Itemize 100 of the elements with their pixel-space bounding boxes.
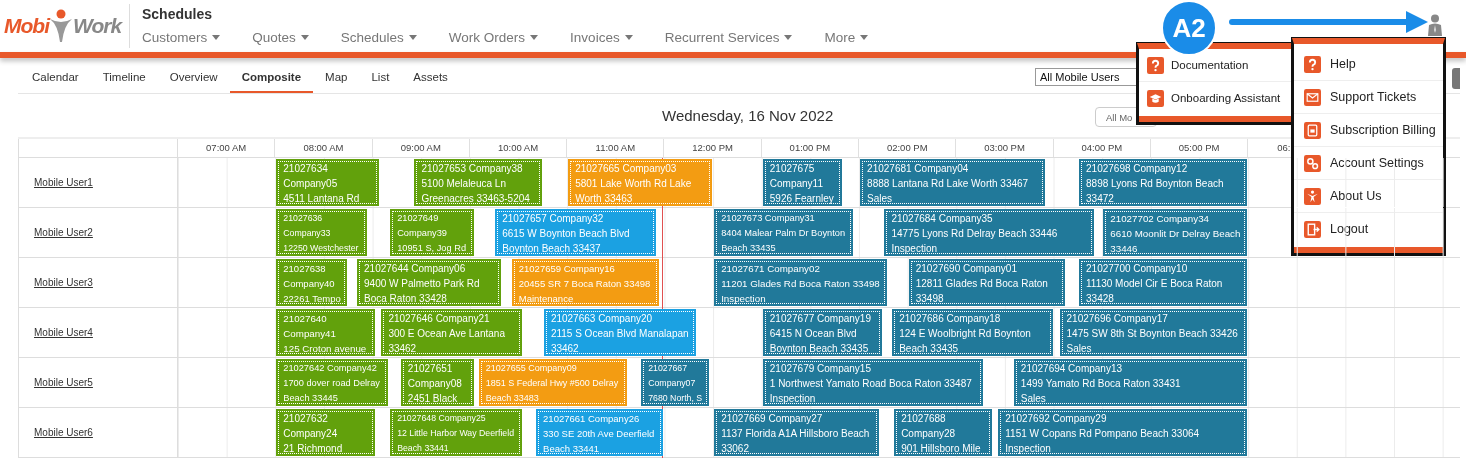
event-card[interactable]: 21027688 Company28 901 Hillsboro Mile <box>894 409 993 456</box>
event-text: 6415 N Ocean Blvd <box>769 327 858 341</box>
event-card[interactable]: 21027646 Company21 300 E Ocean Ave Lantana 33462 <box>381 309 523 356</box>
event-text: 124 E Woolbright Rd Boynton <box>899 327 1032 341</box>
event-text: 21027686 Company18 <box>899 312 1002 326</box>
event-card[interactable]: 21027673 Company31 8404 Malear Palm Dr Boynton Beach 33435 <box>714 209 854 256</box>
event-card[interactable]: 21027661 Company26 330 SE 20th Ave Deerfield Beach 33441 <box>536 409 664 456</box>
event-card[interactable]: 21027653 Company38 5100 Melaleuca Ln Greenacres 33463-5204 <box>414 159 542 206</box>
event-text: 33446 <box>1110 242 1139 256</box>
view-tab[interactable]: Map <box>313 58 360 93</box>
event-text: 33462 <box>550 342 580 356</box>
logo-text: Mobi <box>4 14 49 38</box>
event-text: 21027648 Company25 <box>397 412 487 425</box>
hour-label: 08:00 AM <box>275 139 373 157</box>
event-text: 21027651 <box>407 362 454 376</box>
event-text: 1137 Florida A1A Hillsboro Beach <box>721 427 871 441</box>
event-text: Inspection <box>721 292 767 306</box>
event-card[interactable]: 21027648 Company25 12 Little Harbor Way Deerfield Beach 33441 <box>390 409 523 456</box>
nav-menu[interactable]: Invoices <box>570 30 633 45</box>
event-card[interactable]: 21027657 Company32 6615 W Boynton Beach Blvd Boynton Beach 33437 <box>495 209 656 256</box>
event-card[interactable]: 21027675 Company11 5926 Fearnley <box>762 159 842 206</box>
user-icon[interactable] <box>1427 14 1443 36</box>
menu-item[interactable]: Logout <box>1294 213 1443 245</box>
event-text: Sales <box>1020 392 1047 406</box>
event-card[interactable]: 21027684 Company35 14775 Lyons Rd Delray Beach 33446 Inspection <box>884 209 1094 256</box>
hour-label: 01:00 PM <box>761 139 860 157</box>
menu-item[interactable]: About Us <box>1294 180 1443 213</box>
event-text: 21027659 Company16 <box>518 262 616 276</box>
gears-icon <box>1304 154 1321 172</box>
event-text: 21027692 Company29 <box>1005 412 1108 426</box>
menu-item[interactable]: Subscription Billing <box>1294 114 1443 147</box>
event-card[interactable]: 21027649 Company39 10951 S, Jog Rd <box>390 209 474 256</box>
event-card[interactable]: 21027700 Company10 11130 Model Cir E Boca Raton 33428 <box>1079 259 1248 306</box>
event-text: Beach 33445 <box>283 392 339 405</box>
event-text: 6610 Moonlit Dr Delray Beach <box>1110 227 1241 241</box>
event-text: 5100 Melaleuca Ln <box>421 177 507 191</box>
event-card[interactable]: 21027632 Company24 21 Richmond <box>276 409 375 456</box>
nav-menu[interactable]: Schedules <box>340 30 417 45</box>
caret-icon <box>530 35 539 40</box>
event-card[interactable]: 21027642 Company42 1700 dover road Delray Beach 33445 <box>276 359 389 406</box>
user-link[interactable]: Mobile User2 <box>34 227 93 238</box>
event-text: 21027638 <box>283 262 327 276</box>
event-card[interactable]: 21027667 Company07 7680 North, S <box>641 359 710 406</box>
view-tab[interactable]: Calendar <box>20 58 91 93</box>
event-card[interactable]: 21027638 Company40 22261 Tempo <box>276 259 348 306</box>
event-card[interactable]: 21027651 Company08 2451 Black <box>400 359 474 406</box>
event-text: Beach 33441 <box>543 442 601 456</box>
event-text: 21027694 Company13 <box>1020 362 1124 376</box>
event-card[interactable]: 21027644 Company06 9400 W Palmetto Park Rd Boca Raton 33428 <box>357 259 501 306</box>
view-tab[interactable]: Assets <box>401 58 460 93</box>
event-card[interactable]: 21027636 Company33 12250 Westchester <box>276 209 367 256</box>
user-link[interactable]: Mobile User5 <box>34 377 93 388</box>
view-tab[interactable]: Timeline <box>90 58 158 93</box>
event-card[interactable]: 21027702 Company34 6610 Moonlit Dr Delray Beach 33446 <box>1103 209 1248 256</box>
event-card[interactable]: 21027692 Company29 1151 W Copans Rd Pompano Beach 33064 Inspection <box>998 409 1248 456</box>
toolbar-button[interactable] <box>1452 68 1460 89</box>
menu-item[interactable]: Account Settings <box>1294 147 1443 180</box>
event-text: 20455 SR 7 Boca Raton 33498 <box>518 277 652 291</box>
event-text: 21027642 Company42 <box>283 362 378 375</box>
event-card[interactable]: 21027690 Company01 12811 Glades Rd Boca Raton 33498 <box>908 259 1066 306</box>
event-text: Maintenance <box>518 292 575 306</box>
event-card[interactable]: 21027686 Company18 124 E Woolbright Rd Boynton Beach 33435 <box>892 309 1053 356</box>
event-card[interactable]: 21027669 Company27 1137 Florida A1A Hillsboro Beach 33062 <box>714 409 880 456</box>
menu-item[interactable]: Support Tickets <box>1294 81 1443 114</box>
caret-icon <box>784 35 793 40</box>
menu-item[interactable]: Help <box>1294 48 1443 81</box>
user-link[interactable]: Mobile User1 <box>34 177 93 188</box>
nav-menu[interactable]: Work Orders <box>448 30 539 45</box>
event-text: 21027696 Company17 <box>1066 312 1169 326</box>
event-card[interactable]: 21027698 Company12 8898 Lyons Rd Boynton Beach 33472 <box>1079 159 1248 206</box>
event-text: 21027698 Company12 <box>1086 162 1189 176</box>
nav-menu[interactable]: Quotes <box>252 30 309 45</box>
event-card[interactable]: 21027671 Company02 11201 Glades Rd Boca Raton 33498 Inspection <box>714 259 888 306</box>
view-tab[interactable]: Overview <box>157 58 230 93</box>
event-text: 21027636 <box>283 212 324 225</box>
event-card[interactable]: 21027679 Company15 1 Northwest Yamato Road Boca Raton 33487 Inspection <box>762 359 983 406</box>
event-card[interactable]: 21027681 Company04 8888 Lantana Rd Lake Worth 33467 Sales <box>860 159 1045 206</box>
nav-menu[interactable]: Customers <box>142 30 221 45</box>
event-text: 11201 Glades Rd Boca Raton 33498 <box>721 277 881 291</box>
event-card[interactable]: 21027677 Company19 6415 N Ocean Blvd Boynton Beach 33435 <box>762 309 883 356</box>
event-text: 4511 Lantana Rd <box>283 192 361 206</box>
event-card[interactable]: 21027634 Company05 4511 Lantana Rd <box>276 159 380 206</box>
event-card[interactable]: 21027696 Company17 1475 SW 8th St Boynton Beach 33426 Sales <box>1059 309 1248 356</box>
view-tab[interactable]: List <box>359 58 402 93</box>
event-card[interactable]: 21027694 Company13 1499 Yamato Rd Boca Raton 33431 Sales <box>1013 359 1248 406</box>
event-card[interactable]: 21027640 Company41 125 Croton avenue <box>276 309 375 356</box>
user-link[interactable]: Mobile User3 <box>34 277 93 288</box>
event-text: 1151 W Copans Rd Pompano Beach 33064 <box>1005 427 1201 441</box>
hour-label: 11:00 AM <box>567 139 665 157</box>
user-link[interactable]: Mobile User6 <box>34 427 93 438</box>
nav-menu[interactable]: More <box>824 30 869 45</box>
user-link[interactable]: Mobile User4 <box>34 327 93 338</box>
event-text: 21027646 Company21 <box>388 312 491 326</box>
nav-menu[interactable]: Recurrent Services <box>664 30 793 45</box>
event-text: Company33 <box>283 227 332 240</box>
event-text: 125 Croton avenue <box>283 342 368 356</box>
hour-label: 09:00 AM <box>372 139 470 157</box>
event-card[interactable]: 21027663 Company20 2115 S Ocean Blvd Manalapan 33462 <box>543 309 696 356</box>
view-tab[interactable]: Composite <box>229 58 314 93</box>
event-text: 2451 Black <box>407 392 459 406</box>
